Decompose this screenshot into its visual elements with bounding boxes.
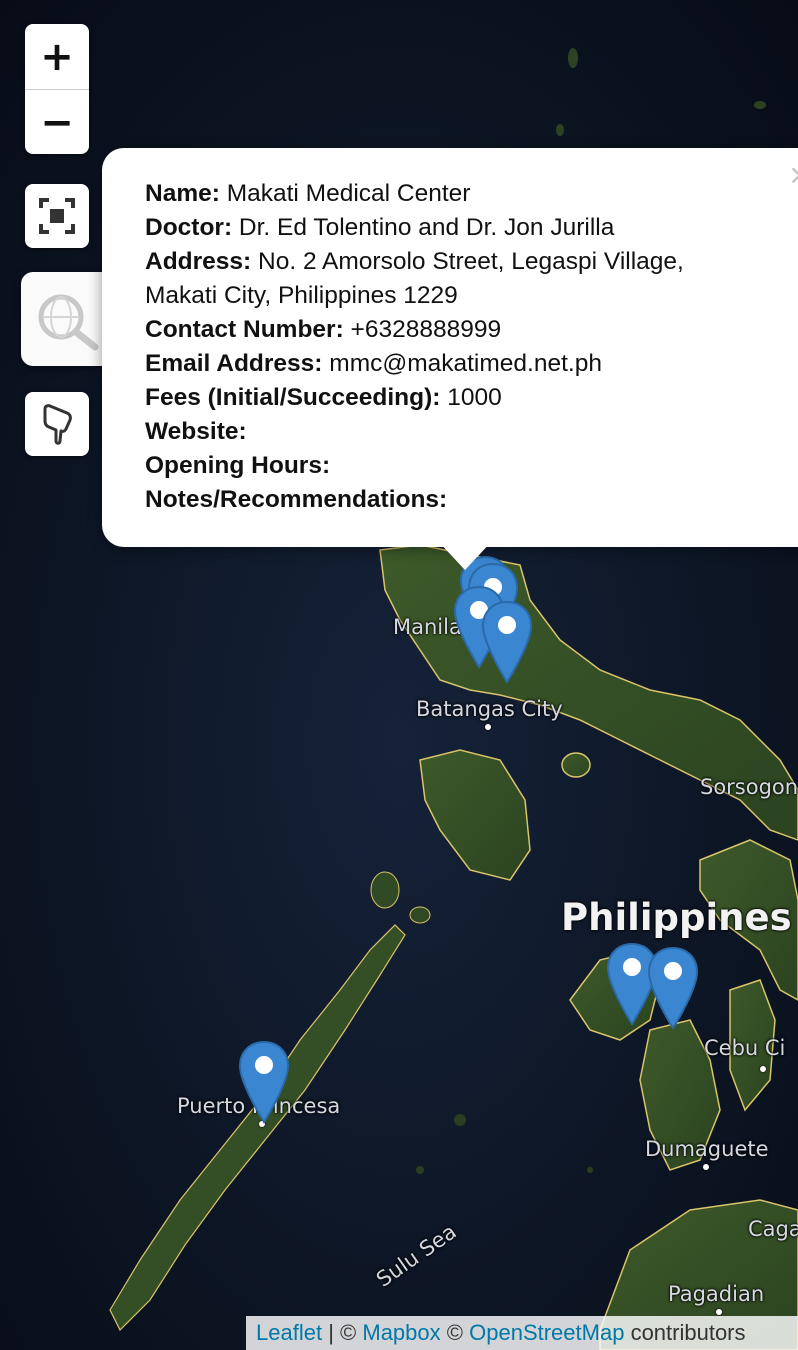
map-marker-pin[interactable] <box>238 1040 290 1124</box>
popup-tip <box>437 540 493 570</box>
map-marker-pin[interactable] <box>647 946 699 1030</box>
zoom-control: + − <box>25 24 89 154</box>
popup-row-doctor: Doctor: Dr. Ed Tolentino and Dr. Jon Jur… <box>145 211 684 245</box>
field-label: Address: <box>145 248 252 275</box>
city-dot-batangas <box>485 724 491 730</box>
map-marker-pin[interactable] <box>481 600 533 684</box>
field-label: Website: <box>145 418 247 445</box>
label-cagayan: Caga <box>748 1217 798 1241</box>
field-value: +6328888999 <box>350 316 502 343</box>
label-pagadian: Pagadian <box>668 1282 765 1306</box>
map-attribution: Leaflet | © Mapbox © OpenStreetMap contr… <box>246 1316 798 1350</box>
popup-row-notes: Notes/Recommendations: <box>145 483 684 517</box>
popup-row-name: Name: Makati Medical Center <box>145 177 684 211</box>
zoom-in-button[interactable]: + <box>25 24 89 90</box>
search-icon <box>38 294 99 351</box>
field-label: Doctor: <box>145 214 233 241</box>
hand-pointer-icon <box>43 404 72 445</box>
attribution-separator: | <box>328 1320 334 1345</box>
search-button[interactable] <box>21 272 115 366</box>
popup-row-address-cont: Makati City, Philippines 1229 <box>145 279 684 313</box>
openstreetmap-link[interactable]: OpenStreetMap <box>469 1320 624 1345</box>
fullscreen-icon <box>39 198 75 234</box>
popup-row-address: Address: No. 2 Amorsolo Street, Legaspi … <box>145 245 684 279</box>
city-dot-cebu <box>760 1066 766 1072</box>
label-dumaguete: Dumaguete <box>645 1137 769 1161</box>
popup-content: Name: Makati Medical Center Doctor: Dr. … <box>145 177 684 517</box>
field-value: Makati City, Philippines 1229 <box>145 282 458 309</box>
field-label: Fees (Initial/Succeeding): <box>145 384 441 411</box>
label-manila: Manila <box>393 615 462 639</box>
popup-row-hours: Opening Hours: <box>145 449 684 483</box>
popup-close-button[interactable]: × <box>788 158 798 191</box>
popup-row-email: Email Address: mmc@makatimed.net.ph <box>145 347 684 381</box>
field-label: Contact Number: <box>145 316 344 343</box>
label-philippines: Philippines <box>561 896 792 939</box>
label-batangas-city: Batangas City <box>416 697 563 721</box>
zoom-out-button[interactable]: − <box>25 90 89 154</box>
field-label: Opening Hours: <box>145 452 331 479</box>
field-value: Makati Medical Center <box>226 180 471 207</box>
field-value: Dr. Ed Tolentino and Dr. Jon Jurilla <box>238 214 615 241</box>
leaflet-link[interactable]: Leaflet <box>256 1320 322 1345</box>
field-label: Notes/Recommendations: <box>145 486 448 513</box>
city-dot-dumaguete <box>703 1164 709 1170</box>
city-dot-pagadian <box>716 1309 722 1315</box>
label-cebu-city: Cebu Ci <box>704 1036 786 1060</box>
locate-button[interactable] <box>25 392 89 456</box>
field-label: Name: <box>145 180 220 207</box>
landmass-marinduque <box>561 752 591 778</box>
fullscreen-button[interactable] <box>25 184 89 248</box>
popup-row-website: Website: <box>145 415 684 449</box>
field-value: No. 2 Amorsolo Street, Legaspi Village, <box>258 248 684 275</box>
mapbox-link[interactable]: Mapbox <box>362 1320 440 1345</box>
label-sorsogon: Sorsogon <box>700 775 798 799</box>
field-value: 1000 <box>447 384 502 411</box>
attribution-suffix: contributors <box>630 1320 746 1345</box>
popup-row-contact: Contact Number: +6328888999 <box>145 313 684 347</box>
copyright-symbol: © <box>446 1320 463 1345</box>
copyright-symbol: © <box>340 1320 357 1345</box>
field-value: mmc@makatimed.net.ph <box>329 350 602 377</box>
field-label: Email Address: <box>145 350 323 377</box>
popup-row-fees: Fees (Initial/Succeeding): 1000 <box>145 381 684 415</box>
